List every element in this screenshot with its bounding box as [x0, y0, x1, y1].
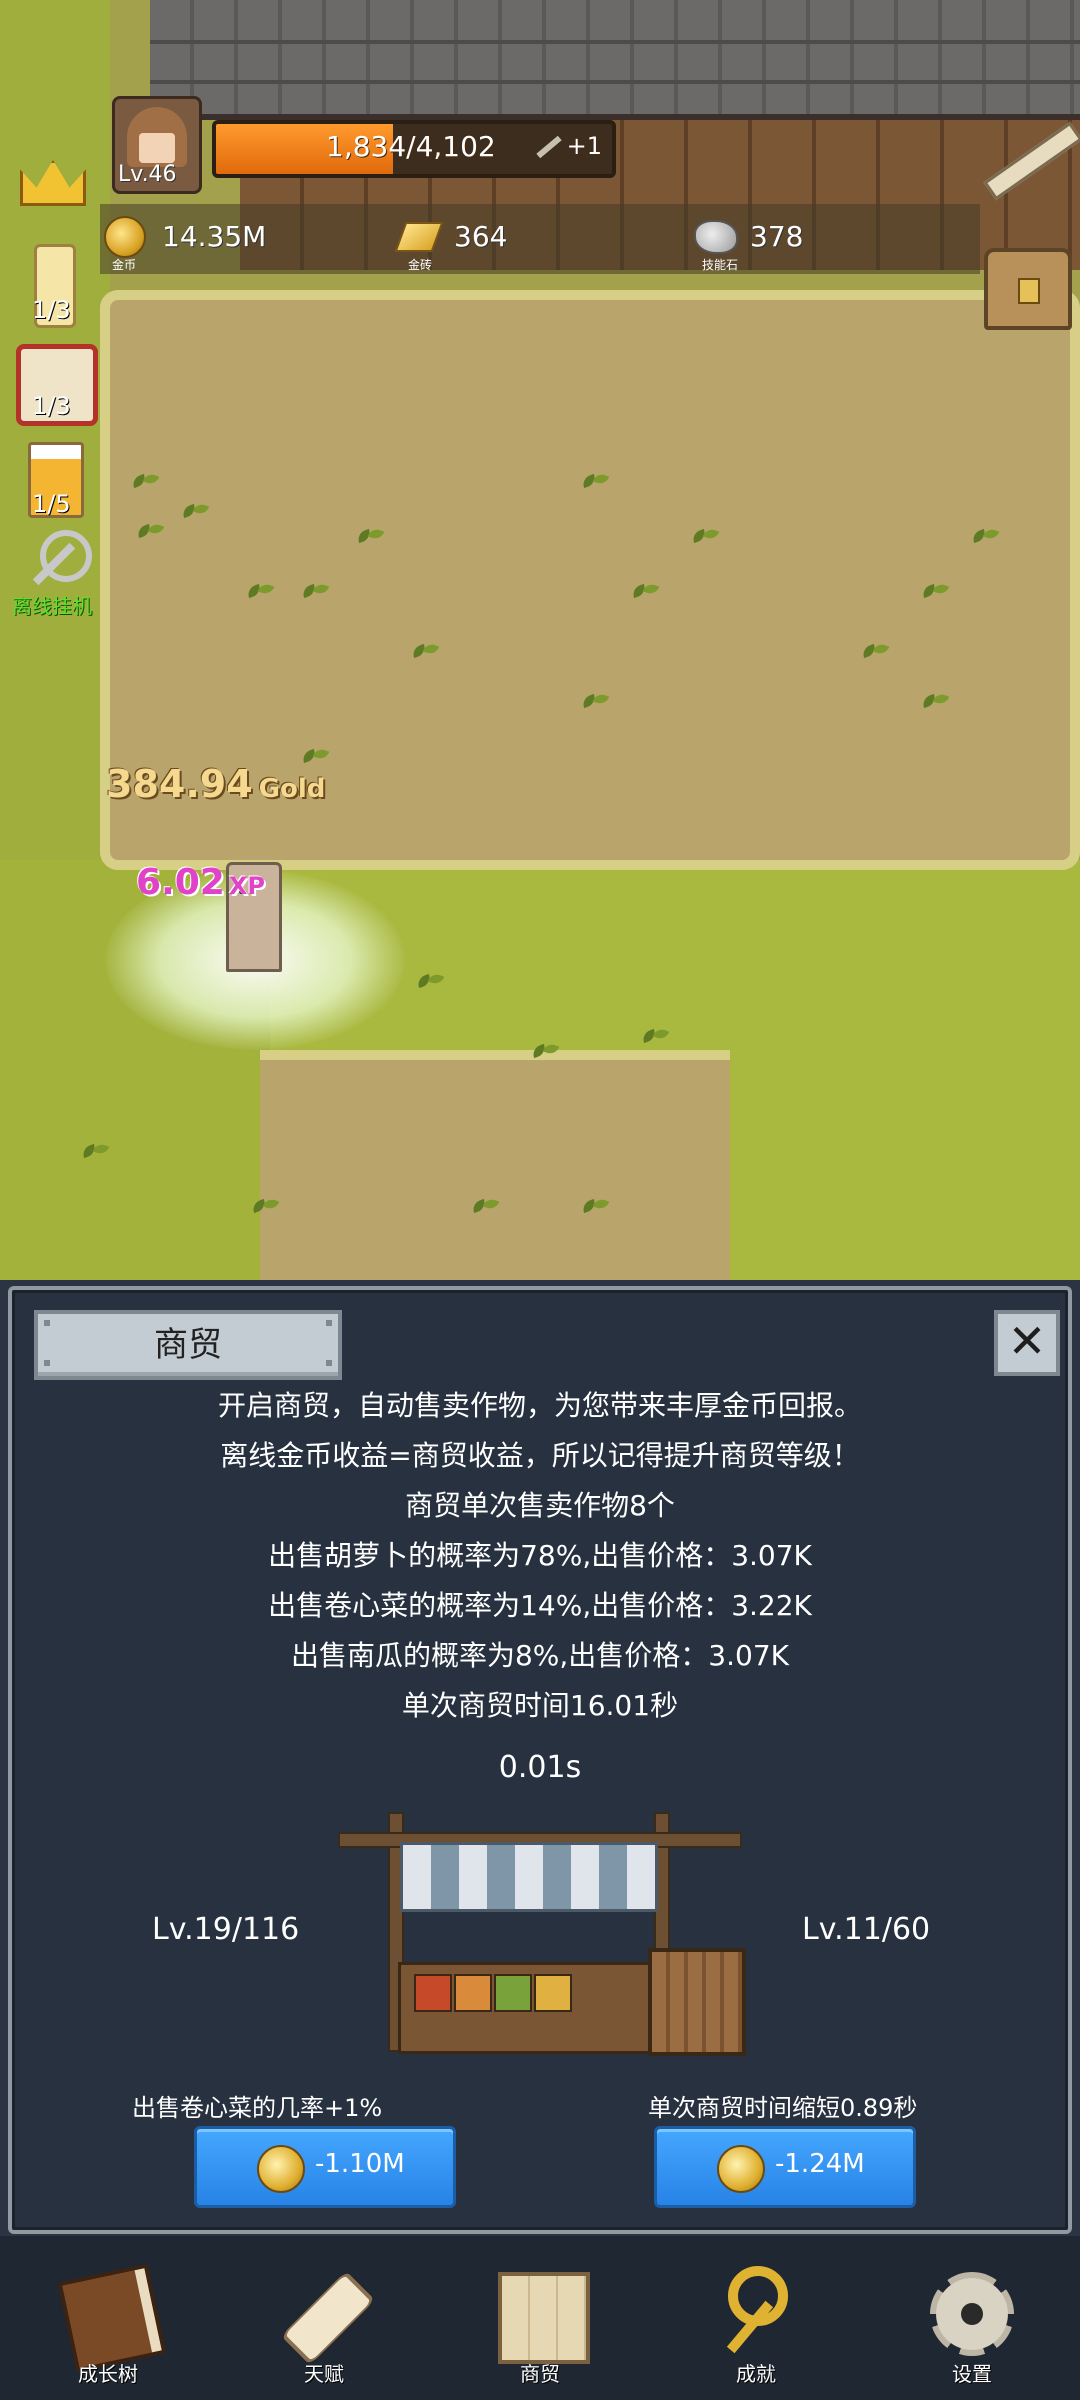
resource-skill-stones: 378 技能石: [694, 210, 894, 272]
crop-sprout: [580, 1195, 610, 1219]
barn-roof: [150, 0, 1080, 120]
crop-sprout: [530, 1040, 560, 1064]
desc-line-4: 出售胡萝卜的概率为78%,出售价格：3.07K: [268, 1539, 812, 1572]
skill-stones-caption: 技能石: [702, 258, 739, 272]
nav-trade[interactable]: 商贸: [432, 2236, 648, 2400]
book-icon: [57, 2263, 167, 2373]
carrot-crate: [414, 1974, 452, 2012]
market-stall-image: [338, 1812, 758, 2056]
gold-bricks-value: 364: [454, 220, 508, 253]
crop-sprout: [410, 640, 440, 664]
xp-bonus: +1: [535, 132, 602, 160]
nav-settings[interactable]: 设置: [864, 2236, 1080, 2400]
resource-gold-bricks: 364 金砖: [394, 210, 600, 272]
skill-stone-icon: [694, 220, 738, 254]
gold-coins-value: 14.35M: [162, 220, 267, 253]
right-upgrade-button[interactable]: -1.24M: [654, 2126, 916, 2208]
crop-sprout: [180, 500, 210, 524]
desc-line-5: 出售卷心菜的概率为14%,出售价格：3.22K: [268, 1589, 812, 1622]
nav-talent[interactable]: 天赋: [216, 2236, 432, 2400]
crop-sprout: [300, 580, 330, 604]
nav-growth-tree[interactable]: 成长树: [0, 2236, 216, 2400]
pumpkin-crate: [454, 1974, 492, 2012]
crop-sprout: [690, 525, 720, 549]
right-upgrade-desc: 单次商贸时间缩短0.89秒: [648, 2094, 918, 2122]
skill-stones-value: 378: [750, 220, 804, 253]
crop-sprout: [920, 580, 950, 604]
right-upgrade-cost: -1.24M: [775, 2149, 865, 2179]
desc-line-7: 单次商贸时间16.01秒: [401, 1689, 679, 1722]
bottom-nav: 成长树 天赋 商贸 成就 设置: [0, 2236, 1080, 2400]
trade-panel: 商贸 ✕ 开启商贸，自动售卖作物，为您带来丰厚金币回报。 离线金币收益=商贸收益…: [8, 1286, 1072, 2234]
crop-sprout: [355, 525, 385, 549]
left-upgrade-button[interactable]: -1.10M: [194, 2126, 456, 2208]
nav-growth-tree-label: 成长树: [78, 2362, 138, 2386]
wooden-crate: [648, 1948, 746, 2056]
candle-count: 1/3: [32, 296, 71, 324]
panel-title: 商贸: [154, 1325, 222, 1365]
nav-achievements[interactable]: 成就: [648, 2236, 864, 2400]
scroll-icon: [280, 2270, 376, 2366]
gold-bricks-caption: 金砖: [408, 258, 433, 272]
xp-bar: 1,834/4,102 +1: [212, 120, 616, 178]
resource-gold-coins: 14.35M 金币: [104, 210, 344, 272]
desc-line-6: 出售南瓜的概率为8%,出售价格：3.07K: [290, 1639, 790, 1672]
close-icon: ✕: [1007, 1314, 1047, 1368]
crop-sprout: [250, 1195, 280, 1219]
beer-count: 1/5: [32, 490, 71, 518]
left-upgrade-cost: -1.10M: [315, 2149, 405, 2179]
gold-popup-value: 384.94: [106, 762, 253, 806]
left-upgrade-level: Lv.19/116: [152, 1912, 300, 1947]
crop-sprout: [580, 470, 610, 494]
crop-sprout: [135, 520, 165, 544]
nav-talent-label: 天赋: [304, 2362, 344, 2386]
crop-sprout: [630, 580, 660, 604]
xp-bonus-value: +1: [566, 132, 602, 160]
crop-sprout: [860, 640, 890, 664]
farm-plot-lower: [260, 1050, 730, 1280]
crop-sprout: [130, 470, 160, 494]
left-upgrade-desc: 出售卷心菜的几率+1%: [132, 2094, 383, 2122]
gold-popup: 384.94 Gold: [106, 762, 325, 806]
treasure-chest-icon[interactable]: [984, 248, 1072, 330]
desc-line-2: 离线金币收益=商贸收益，所以记得提升商贸等级！: [220, 1439, 860, 1472]
desc-line-3: 商贸单次售卖作物8个: [405, 1489, 675, 1522]
nav-settings-label: 设置: [952, 2362, 992, 2386]
nav-trade-label: 商贸: [520, 2362, 560, 2386]
axe-icon: [535, 135, 562, 159]
crop-sprout: [245, 580, 275, 604]
gold-coin-icon: [104, 216, 146, 258]
right-upgrade-level: Lv.11/60: [802, 1912, 931, 1947]
cabbage-crate: [494, 1974, 532, 2012]
gold-coin-icon: [717, 2145, 765, 2193]
crop-sprout: [415, 970, 445, 994]
gold-coins-caption: 金币: [112, 258, 137, 272]
gold-popup-unit: Gold: [258, 774, 326, 804]
crop-sprout: [470, 1195, 500, 1219]
crop-sprout: [640, 1025, 670, 1049]
crop-sprout: [80, 1140, 110, 1164]
close-button[interactable]: ✕: [994, 1310, 1060, 1376]
game-field[interactable]: 384.94Gold 6.02XP Lv.46 1,834/4,102 +1 1…: [0, 0, 1080, 1280]
xp-popup-value: 6.02: [136, 862, 225, 903]
map-icon: [498, 2272, 590, 2364]
xp-popup-unit: XP: [228, 872, 265, 900]
panel-title-plate: 商贸: [34, 1310, 342, 1380]
crop-sprout: [920, 690, 950, 714]
gold-brick-icon: [394, 222, 444, 252]
nav-achievements-label: 成就: [736, 2362, 776, 2386]
gold-coin-icon: [257, 2145, 305, 2193]
dice-count: 1/3: [32, 392, 71, 420]
gear-icon: [930, 2272, 1014, 2356]
crop-sprout: [580, 690, 610, 714]
crop-sprout: [970, 525, 1000, 549]
stall-awning: [400, 1842, 658, 1912]
player-level: Lv.46: [118, 162, 177, 187]
xp-text: 1,834/4,102: [326, 130, 496, 163]
offline-idle-label[interactable]: 离线挂机: [12, 590, 92, 619]
trade-timer: 0.01s: [498, 1750, 582, 1785]
xp-popup: 6.02 XP: [136, 862, 265, 903]
produce-crate: [534, 1974, 572, 2012]
desc-line-1: 开启商贸，自动售卖作物，为您带来丰厚金币回报。: [217, 1389, 862, 1422]
